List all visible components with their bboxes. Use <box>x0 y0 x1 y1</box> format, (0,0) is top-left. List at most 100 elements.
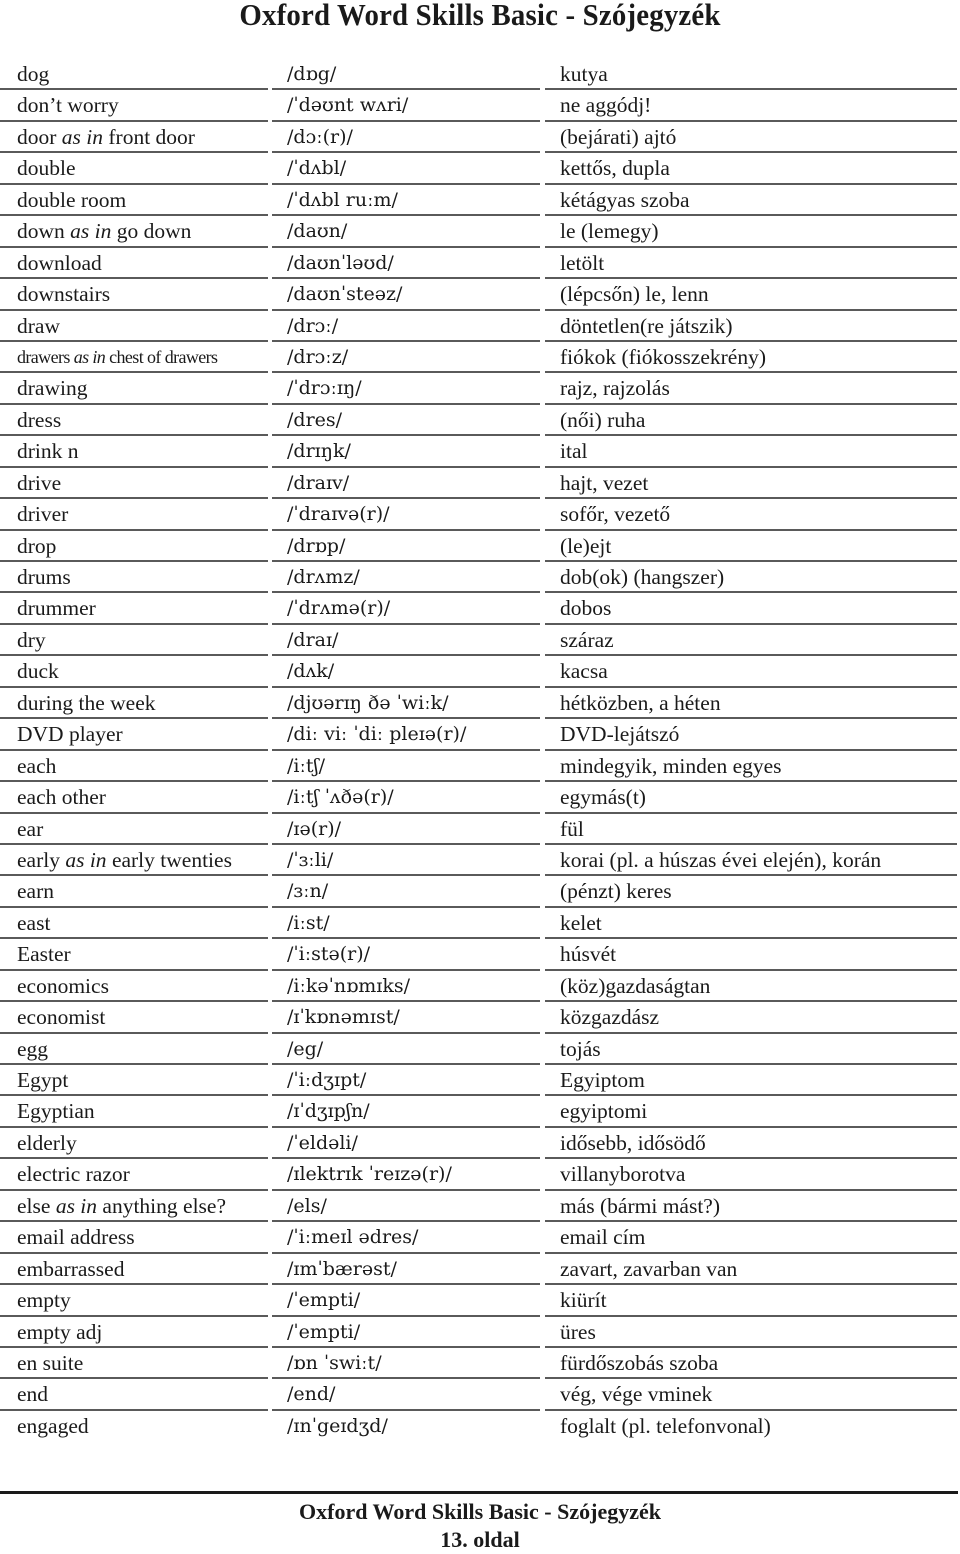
vocab-row: earn/ɜːn/(pénzt) keres <box>0 876 960 908</box>
vocab-row: drummer/ˈdrʌmə(r)/dobos <box>0 593 960 625</box>
page-number: 13. oldal <box>440 1527 520 1552</box>
vocab-row: double room/ˈdʌbl ruːm/kétágyas szoba <box>0 185 960 217</box>
english-term: else as in anything else? <box>0 1191 268 1223</box>
hungarian-translation: sofőr, vezető <box>545 499 957 531</box>
english-term: drummer <box>0 593 268 625</box>
english-term: embarrassed <box>0 1254 268 1286</box>
footer-title: Oxford Word Skills Basic - Szójegyzék <box>299 1499 661 1524</box>
vocab-row: don’t worry/ˈdəʊnt wʌri/ne aggódj! <box>0 90 960 122</box>
english-term: each <box>0 751 268 783</box>
pronunciation: /drɔːz/ <box>272 342 540 374</box>
english-term: drive <box>0 468 268 500</box>
pronunciation: /draɪ/ <box>272 625 540 657</box>
vocab-row: Egypt/ˈiːdʒɪpt/Egyiptom <box>0 1065 960 1097</box>
hungarian-translation: villanyborotva <box>545 1159 957 1191</box>
term-word: drums <box>17 565 71 589</box>
usage-note: as in <box>55 1193 98 1218</box>
english-term: en suite <box>0 1348 268 1380</box>
vocab-row: ear/ɪə(r)/fül <box>0 814 960 845</box>
pronunciation: /ˈɜːli/ <box>272 845 540 877</box>
term-word: early <box>17 847 60 872</box>
pronunciation: /ɪˈdʒɪpʃn/ <box>272 1096 540 1128</box>
english-term: drop <box>0 531 268 562</box>
vocab-row: driver/ˈdraɪvə(r)/sofőr, vezető <box>0 499 960 531</box>
hungarian-translation: (le)ejt <box>545 531 957 562</box>
hungarian-translation: fiókok (fiókosszekrény) <box>545 342 957 374</box>
vocab-row: empty/ˈempti/kiürít <box>0 1285 960 1317</box>
hungarian-translation: hétközben, a héten <box>545 688 957 720</box>
term-word: each other <box>17 785 106 810</box>
vocab-row: elderly/ˈeldəli/idősebb, idősödő <box>0 1128 960 1160</box>
hungarian-translation: Egyiptom <box>545 1065 957 1097</box>
term-word: downstairs <box>17 282 111 307</box>
vocab-row: DVD player/diː viː ˈdiː pleɪə(r)/DVD-lej… <box>0 719 960 751</box>
english-term: downstairs <box>0 279 268 311</box>
vocab-row: duck/dʌk/kacsa <box>0 656 960 688</box>
english-term: economist <box>0 1002 268 1034</box>
vocab-row: drive/draɪv/hajt, vezet <box>0 468 960 500</box>
pronunciation: /ˈeldəli/ <box>272 1128 540 1160</box>
vocab-row: draw/drɔː/döntetlen(re játszik) <box>0 311 960 342</box>
term-word: en suite <box>17 1350 84 1375</box>
english-term: drawers as in chest of drawers <box>0 342 268 374</box>
hungarian-translation: email cím <box>545 1222 957 1254</box>
english-term: draw <box>0 311 268 342</box>
term-word: drummer <box>17 596 96 621</box>
hungarian-translation: kacsa <box>545 656 957 688</box>
pronunciation: /ˈdraɪvə(r)/ <box>272 499 540 531</box>
english-term: dry <box>0 625 268 657</box>
hungarian-translation: száraz <box>545 625 957 657</box>
pronunciation: /ɪˈkɒnəmɪst/ <box>272 1002 540 1034</box>
hungarian-translation: húsvét <box>545 939 957 971</box>
vocab-row: end/end/vég, vége vminek <box>0 1379 960 1411</box>
term-word: embarrassed <box>17 1256 125 1281</box>
english-term: Egyptian <box>0 1096 268 1128</box>
pronunciation: /dɔː(r)/ <box>272 122 540 154</box>
vocab-row: during the week/djʊərɪŋ ðə ˈwiːk/hétközb… <box>0 688 960 720</box>
english-term: email address <box>0 1222 268 1254</box>
pronunciation: /ˈempti/ <box>272 1285 540 1317</box>
vocab-row: download/daʊnˈləʊd/letölt <box>0 248 960 280</box>
hungarian-translation: (lépcsőn) le, lenn <box>545 279 957 311</box>
vocab-row: dog/dɒg/kutya <box>0 59 960 91</box>
english-term: dress <box>0 405 268 437</box>
english-term: ear <box>0 814 268 845</box>
hungarian-translation: üres <box>545 1317 957 1348</box>
pronunciation: /drɔː/ <box>272 311 540 342</box>
term-word: elderly <box>17 1130 77 1155</box>
term-word: dress <box>17 407 62 432</box>
hungarian-translation: kutya <box>545 59 957 91</box>
english-term: dog <box>0 59 268 91</box>
english-term: economics <box>0 971 268 1003</box>
pronunciation: /els/ <box>272 1191 540 1223</box>
hungarian-translation: fül <box>545 814 957 845</box>
vocab-row: drink n/drɪŋk/ital <box>0 436 960 468</box>
english-term: Egypt <box>0 1065 268 1097</box>
vocab-row: else as in anything else?/els/más (bármi… <box>0 1191 960 1223</box>
vocab-row: dress/dres/(női) ruha <box>0 405 960 437</box>
hungarian-translation: (női) ruha <box>545 405 957 437</box>
term-word: down <box>17 219 65 244</box>
vocab-row: drawers as in chest of drawers/drɔːz/fió… <box>0 342 960 374</box>
term-word: door <box>17 124 57 149</box>
vocab-row: drawing/ˈdrɔːɪŋ/rajz, rajzolás <box>0 373 960 405</box>
english-term: drums <box>0 562 268 594</box>
usage-example: anything else? <box>102 1193 226 1218</box>
vocab-row: Easter/ˈiːstə(r)/húsvét <box>0 939 960 971</box>
pronunciation: /ˈdrʌmə(r)/ <box>272 593 540 625</box>
hungarian-translation: (bejárati) ajtó <box>545 122 957 154</box>
english-term: each other <box>0 782 268 814</box>
hungarian-translation: hajt, vezet <box>545 468 957 500</box>
english-term: end <box>0 1379 268 1411</box>
vocab-row: dry/draɪ/száraz <box>0 625 960 657</box>
vocab-row: en suite/ɒn ˈswiːt/fürdőszobás szoba <box>0 1348 960 1380</box>
english-term: elderly <box>0 1128 268 1160</box>
hungarian-translation: dob(ok) (hangszer) <box>545 562 957 594</box>
term-word: dog <box>17 62 50 86</box>
term-word: economics <box>17 973 109 998</box>
pronunciation: /dɒg/ <box>272 59 540 91</box>
vocab-row: egg/eg/tojás <box>0 1034 960 1065</box>
english-term: earn <box>0 876 268 908</box>
pronunciation: /drɒp/ <box>272 531 540 562</box>
usage-example: early twenties <box>111 847 232 872</box>
